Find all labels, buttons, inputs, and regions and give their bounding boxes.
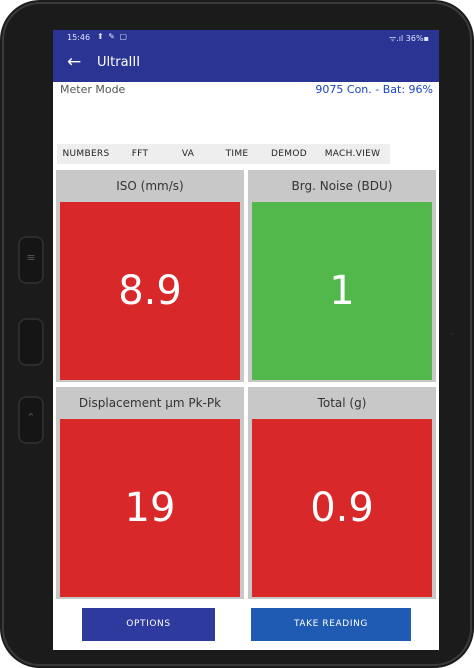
tab-demod[interactable]: DEMOD xyxy=(263,144,315,164)
tablet-frame: ≡ ⌃ ◦ 15:46 ⬆ ✎ ▢ ᯤ.ıl 36%▪ ← UltraIII M… xyxy=(0,0,474,668)
tile-title: Brg. Noise (BDU) xyxy=(291,179,393,193)
tile-bearing-noise[interactable]: Brg. Noise (BDU) 1 xyxy=(248,170,436,382)
tile-displacement[interactable]: Displacement µm Pk-Pk 19 xyxy=(56,387,244,599)
tile-total[interactable]: Total (g) 0.9 xyxy=(248,387,436,599)
tab-mach-view[interactable]: MACH.VIEW xyxy=(315,144,390,164)
meter-mode-label: Meter Mode xyxy=(60,83,126,96)
options-button[interactable]: OPTIONS xyxy=(82,608,215,641)
tile-iso[interactable]: ISO (mm/s) 8.9 xyxy=(56,170,244,382)
tile-title: ISO (mm/s) xyxy=(116,179,184,193)
app-bar: ← UltraIII xyxy=(53,46,439,82)
tile-value: 0.9 xyxy=(252,419,432,597)
tab-time[interactable]: TIME xyxy=(211,144,263,164)
take-reading-button[interactable]: TAKE READING xyxy=(251,608,411,641)
back-arrow-icon[interactable]: ← xyxy=(67,52,81,72)
tab-numbers[interactable]: NUMBERS xyxy=(57,144,115,164)
app-title: UltraIII xyxy=(97,55,141,70)
home-key[interactable] xyxy=(18,318,44,366)
battery-signal-status: ᯤ.ıl 36%▪ xyxy=(388,34,429,43)
tile-value: 8.9 xyxy=(60,202,240,380)
notification-icons: ⬆ ✎ ▢ xyxy=(97,32,129,41)
menu-icon[interactable]: ≡ xyxy=(18,236,44,284)
app-screen: 15:46 ⬆ ✎ ▢ ᯤ.ıl 36%▪ ← UltraIII Meter M… xyxy=(53,30,439,650)
chevron-up-icon[interactable]: ⌃ xyxy=(18,396,44,444)
status-bar: 15:46 ⬆ ✎ ▢ ᯤ.ıl 36%▪ xyxy=(53,30,439,46)
tile-value: 1 xyxy=(252,202,432,380)
tab-va[interactable]: VA xyxy=(165,144,211,164)
tile-title: Displacement µm Pk-Pk xyxy=(78,396,222,410)
camera-icon: ◦ xyxy=(450,330,455,339)
device-battery-info: 9075 Con. - Bat: 96% xyxy=(315,83,433,96)
mode-tabs: NUMBERS FFT VA TIME DEMOD MACH.VIEW xyxy=(57,144,390,164)
tile-value: 19 xyxy=(60,419,240,597)
status-time: 15:46 xyxy=(67,33,91,42)
tile-title: Total (g) xyxy=(317,396,367,410)
tab-fft[interactable]: FFT xyxy=(115,144,165,164)
